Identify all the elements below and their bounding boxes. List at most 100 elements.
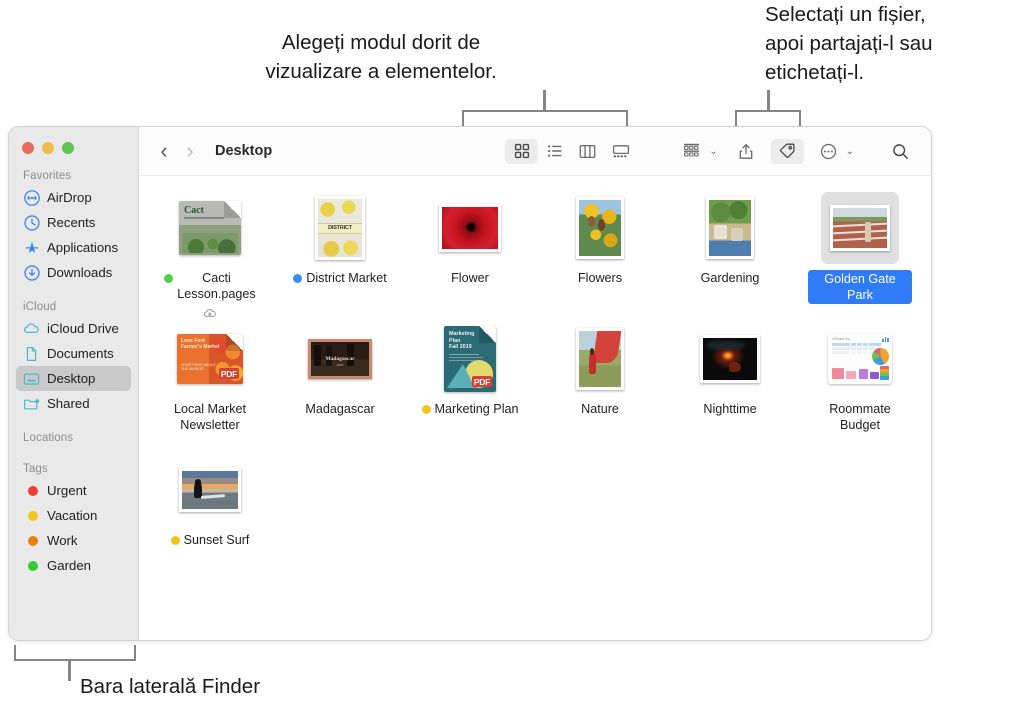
- gallery-view-button[interactable]: [604, 139, 637, 164]
- share-icon: [738, 143, 754, 160]
- sidebar-item-label: Recents: [47, 215, 96, 230]
- file-thumbnail: Lone Fork Farmer's Market SOMETHING ABOUT…: [171, 323, 249, 395]
- file-item[interactable]: Lone Fork Farmer's Market SOMETHING ABOUT…: [145, 323, 275, 454]
- list-view-button[interactable]: [538, 139, 571, 164]
- file-item[interactable]: Flower: [405, 192, 535, 323]
- sidebar-tag-vacation[interactable]: Vacation: [16, 503, 131, 528]
- file-label: District Market: [293, 270, 387, 286]
- sidebar-item-desktop[interactable]: Desktop: [16, 366, 131, 391]
- download-icon: [23, 264, 40, 281]
- sidebar-tag-garden[interactable]: Garden: [16, 553, 131, 578]
- applications-icon: [23, 239, 40, 256]
- callout-stem-share: [767, 90, 770, 112]
- back-button[interactable]: ‹: [151, 138, 177, 164]
- column-view-button[interactable]: [571, 139, 604, 164]
- sidebar-item-label: AirDrop: [47, 190, 92, 205]
- tag-dot-icon: [23, 482, 40, 499]
- file-item[interactable]: Marketing Plan Fall 2019 PDF Marketing P…: [405, 323, 535, 454]
- grid-icon: [514, 143, 530, 159]
- file-label: Local Market Newsletter: [174, 401, 246, 433]
- file-label: Cacti Lesson.pages: [158, 270, 262, 319]
- file-thumbnail: [561, 192, 639, 264]
- file-name: Cacti Lesson.pages: [177, 271, 256, 301]
- sidebar-tag-work[interactable]: Work: [16, 528, 131, 553]
- callout-bracket-sidebar: [14, 645, 136, 661]
- file-item[interactable]: Golden Gate Park: [795, 192, 925, 323]
- more-actions-control[interactable]: ⌄: [812, 139, 854, 164]
- file-thumbnail: [821, 192, 899, 264]
- file-name: District Market: [306, 271, 387, 285]
- sidebar-item-label: Downloads: [47, 265, 113, 280]
- file-item[interactable]: Madagascar 2019 Madagascar: [275, 323, 405, 454]
- group-by-button[interactable]: [675, 139, 708, 164]
- gallery-icon: [612, 144, 630, 159]
- sidebar-group-title-locations: Locations: [23, 432, 74, 444]
- file-grid[interactable]: Cact Cacti Lesson.pages DISTRICT Distric…: [139, 176, 931, 640]
- file-label: Nature: [581, 401, 619, 417]
- file-name: Roommate Budget: [829, 402, 891, 432]
- file-item[interactable]: 4 Rooms Inc. Roommate Budget: [795, 323, 925, 454]
- file-name: Flowers: [577, 271, 623, 285]
- search-button[interactable]: [884, 139, 917, 164]
- file-item[interactable]: Cact Cacti Lesson.pages: [145, 192, 275, 323]
- file-item[interactable]: DISTRICT District Market: [275, 192, 405, 323]
- callout-stem-sidebar: [68, 659, 71, 681]
- tag-dot-icon: [164, 274, 174, 283]
- sidebar-tag-urgent[interactable]: Urgent: [16, 478, 131, 503]
- file-label: Nighttime: [703, 401, 756, 417]
- close-button[interactable]: [22, 142, 34, 154]
- sidebar-item-label: Garden: [47, 558, 91, 573]
- ellipsis-icon: [820, 143, 837, 160]
- tag-dot-icon: [293, 274, 303, 283]
- callout-stem-view-modes: [543, 90, 546, 112]
- sidebar-item-shared[interactable]: Shared: [16, 391, 131, 416]
- icloud-download-icon[interactable]: [203, 308, 217, 319]
- finder-toolbar: ‹ › Desktop ⌄ ⌄: [139, 127, 931, 176]
- sidebar-group-title-favorites: Favorites: [23, 170, 72, 182]
- sidebar-item-label: Desktop: [47, 371, 96, 386]
- more-actions-button[interactable]: [812, 139, 845, 164]
- file-thumbnail: Marketing Plan Fall 2019 PDF: [431, 323, 509, 395]
- columns-icon: [579, 144, 596, 159]
- forward-button[interactable]: ›: [177, 138, 203, 164]
- file-item[interactable]: Nighttime: [665, 323, 795, 454]
- file-item[interactable]: Nature: [535, 323, 665, 454]
- group-by-control[interactable]: ⌄: [675, 139, 718, 164]
- file-name: Marketing Plan: [434, 402, 519, 416]
- minimize-button[interactable]: [42, 142, 54, 154]
- sidebar-item-documents[interactable]: Documents: [16, 341, 131, 366]
- file-item[interactable]: Flowers: [535, 192, 665, 323]
- file-thumbnail: 4 Rooms Inc.: [821, 323, 899, 395]
- sidebar-item-applications[interactable]: Applications: [16, 235, 131, 260]
- sidebar-item-airdrop[interactable]: AirDrop: [16, 185, 131, 210]
- file-thumbnail: Madagascar 2019: [301, 323, 379, 395]
- clock-icon: [23, 214, 40, 231]
- file-thumbnail: [561, 323, 639, 395]
- file-item[interactable]: Sunset Surf: [145, 454, 275, 585]
- callout-select-share-text: Selectați un fișier, apoi partajați-l sa…: [765, 3, 933, 84]
- share-button[interactable]: [730, 139, 763, 164]
- file-item[interactable]: Gardening: [665, 192, 795, 323]
- file-name: Local Market Newsletter: [173, 402, 247, 432]
- file-label: Flowers: [578, 270, 622, 286]
- sidebar-item-label: Vacation: [47, 508, 98, 523]
- sidebar-item-recents[interactable]: Recents: [16, 210, 131, 235]
- file-name: Nature: [581, 402, 619, 416]
- file-name: Flower: [451, 271, 489, 285]
- tag-button[interactable]: [770, 138, 804, 164]
- icon-view-button[interactable]: [505, 138, 539, 164]
- page-title: Desktop: [215, 143, 273, 159]
- tag-dot-icon: [23, 507, 40, 524]
- sidebar-item-label: iCloud Drive: [47, 321, 119, 336]
- maximize-button[interactable]: [62, 142, 74, 154]
- file-label: Sunset Surf: [170, 532, 249, 548]
- file-name: Madagascar: [305, 402, 375, 416]
- window-controls: [9, 134, 138, 154]
- pdf-badge: PDF: [218, 368, 239, 379]
- shared-folder-icon: [23, 395, 40, 412]
- file-thumbnail: [171, 454, 249, 526]
- file-name: Gardening: [700, 271, 760, 285]
- sidebar-group-title-tags: Tags: [23, 463, 48, 475]
- sidebar-item-downloads[interactable]: Downloads: [16, 260, 131, 285]
- sidebar-item-icloud-drive[interactable]: iCloud Drive: [16, 316, 131, 341]
